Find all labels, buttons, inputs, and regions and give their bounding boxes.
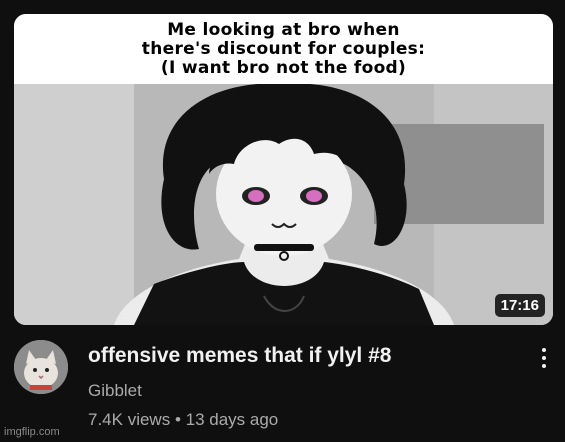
video-title[interactable]: offensive memes that if ylyl #8: [88, 343, 518, 369]
duration-badge: 17:16: [494, 294, 545, 317]
caption-line-3: (I want bro not the food): [160, 57, 407, 78]
view-count: 7.4K views: [88, 410, 171, 429]
channel-name[interactable]: Gibblet: [88, 381, 518, 401]
more-vert-icon[interactable]: [534, 343, 554, 373]
meme-caption: Me looking at bro when there's discount …: [14, 14, 553, 84]
video-meta: offensive memes that if ylyl #8 Gibblet …: [88, 343, 518, 430]
caption-line-1: Me looking at bro when: [167, 19, 400, 40]
video-thumbnail[interactable]: Me looking at bro when there's discount …: [14, 14, 553, 325]
stats-separator: •: [174, 410, 181, 429]
anime-girl-illustration: [14, 84, 553, 325]
caption-line-2: there's discount for couples:: [141, 38, 426, 59]
video-stats: 7.4K views • 13 days ago: [88, 410, 518, 430]
watermark: imgflip.com: [4, 426, 60, 438]
upload-age: 13 days ago: [185, 410, 279, 429]
cat-avatar-icon[interactable]: [14, 340, 68, 394]
